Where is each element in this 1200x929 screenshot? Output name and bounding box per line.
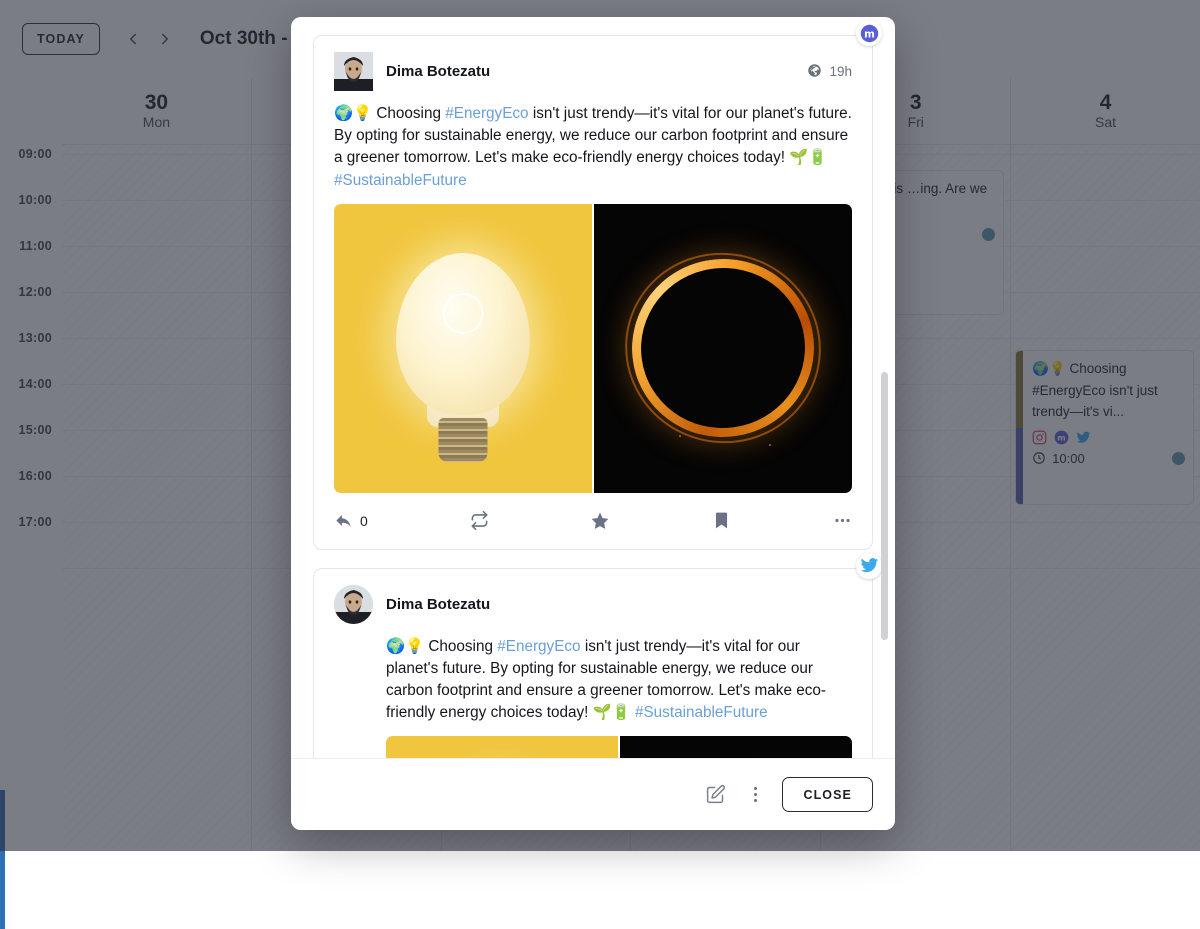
post-author-name: Dima Botezatu [386,63,794,80]
post-author-name: Dima Botezatu [386,596,852,613]
post-preview-modal: m Dima Botezatu [291,17,895,830]
avatar [334,585,373,624]
bookmark-icon[interactable] [712,511,731,530]
mastodon-icon: m [856,20,882,46]
more-vertical-icon[interactable] [742,782,768,808]
lightbulb-photo[interactable] [334,204,592,493]
post-card-twitter: Dima Botezatu 🌍💡 Choosing #EnergyEco isn… [313,568,873,758]
globe-icon [807,63,822,81]
fire-ring-photo[interactable] [620,736,852,758]
post-header: Dima Botezatu [334,585,852,624]
post-body-text: 🌍💡 Choosing #EnergyEco isn't just trendy… [386,636,852,725]
modal-scrollbar[interactable] [881,372,888,640]
reply-icon[interactable]: 0 [334,511,368,530]
twitter-icon [856,553,882,579]
post-body-text: 🌍💡 Choosing #EnergyEco isn't just trendy… [334,103,852,192]
modal-scroll-area[interactable]: m Dima Botezatu [291,17,895,758]
more-horizontal-icon[interactable] [833,511,852,530]
edit-pencil-icon[interactable] [702,782,728,808]
avatar [334,52,373,91]
lightbulb-photo[interactable] [386,736,618,758]
fire-ring-photo[interactable] [594,204,852,493]
post-media-grid [386,736,852,758]
reply-count: 0 [360,513,368,529]
post-header: Dima Botezatu 19h [334,52,852,91]
post-timestamp: 19h [829,64,852,79]
svg-text:m: m [864,28,875,40]
post-card-mastodon: m Dima Botezatu [313,35,873,550]
post-action-bar: 0 [334,507,852,541]
boost-icon[interactable] [470,511,489,530]
favorite-star-icon[interactable] [590,511,610,531]
post-media-grid [334,204,852,493]
modal-footer: CLOSE [291,758,895,830]
close-button[interactable]: CLOSE [782,777,873,813]
post-meta: 19h [807,63,852,81]
